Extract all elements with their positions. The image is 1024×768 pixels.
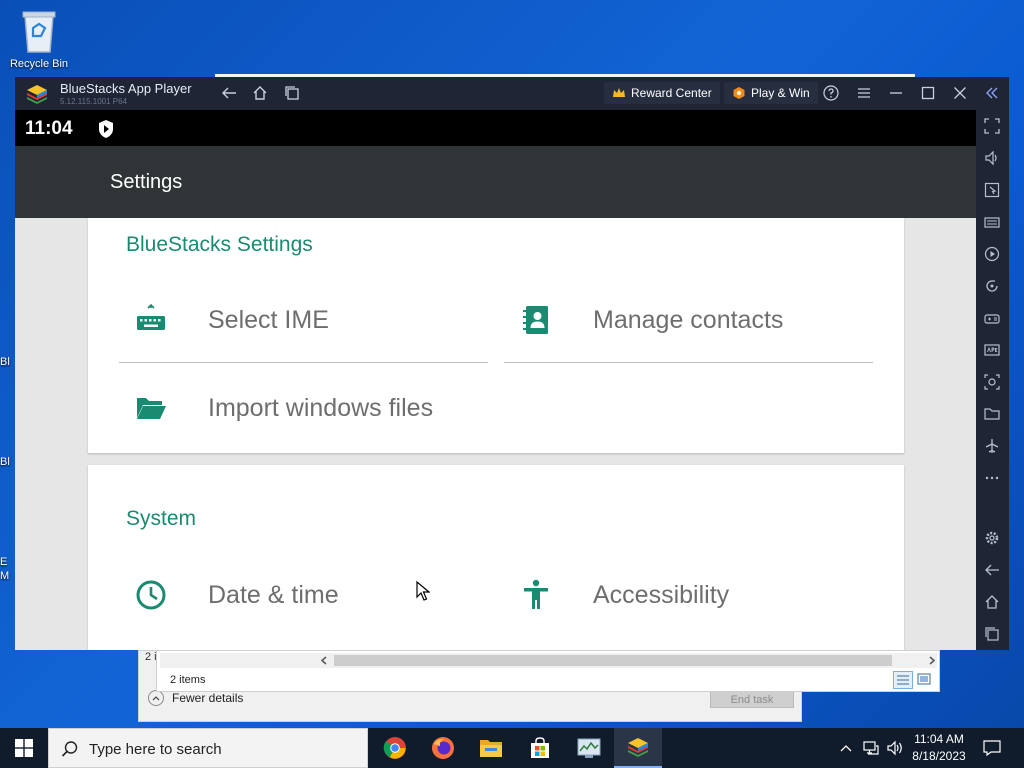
- app-version: 5.12.115.1001 P64: [60, 97, 128, 106]
- firefox-taskbar-icon[interactable]: [419, 728, 467, 768]
- accessibility-icon: [518, 577, 554, 613]
- bluestacks-window: BlueStacks App Player 5.12.115.1001 P64 …: [15, 77, 1009, 650]
- gamepad-icon[interactable]: [983, 309, 1001, 327]
- fullscreen-icon[interactable]: [983, 117, 1001, 135]
- large-icons-view-icon[interactable]: [915, 671, 935, 689]
- end-task-button[interactable]: End task: [710, 690, 794, 708]
- apk-install-icon[interactable]: [983, 341, 1001, 359]
- bluestacks-logo-icon: [25, 83, 49, 105]
- system-clock[interactable]: 11:04 AM 8/18/2023: [904, 731, 974, 765]
- menu-icon[interactable]: [854, 82, 874, 104]
- section-title-system: System: [126, 507, 197, 530]
- desktop-label-3: E: [0, 556, 8, 568]
- show-hidden-icons-chevron-icon[interactable]: [837, 728, 855, 768]
- date-time-item[interactable]: Date & time: [133, 565, 483, 625]
- microsoft-store-taskbar-icon[interactable]: [516, 728, 564, 768]
- taskbar-search-box[interactable]: Type here to search: [48, 728, 368, 768]
- keyboard-icon: [133, 302, 169, 338]
- bluestacks-title-bar[interactable]: BlueStacks App Player 5.12.115.1001 P64 …: [15, 77, 1009, 110]
- hexagon-badge-icon: [733, 87, 745, 99]
- crown-icon: [613, 88, 625, 97]
- select-ime-label: Select IME: [208, 306, 329, 334]
- import-windows-files-item[interactable]: Import windows files: [133, 378, 513, 438]
- settings-content[interactable]: BlueStacks Settings Select IME Manage co…: [15, 218, 976, 650]
- items-count-label: 2 items: [170, 674, 206, 686]
- mouse-cursor-icon: [416, 580, 431, 606]
- close-icon[interactable]: [950, 82, 970, 104]
- screenshot-icon[interactable]: [983, 373, 1001, 391]
- shield-icon: [97, 119, 115, 139]
- android-recents-icon[interactable]: [983, 625, 1001, 643]
- clock-time: 11:04 AM: [914, 732, 964, 746]
- reward-center-label: Reward Center: [631, 86, 712, 100]
- folder-open-icon: [133, 390, 169, 426]
- more-options-icon[interactable]: [983, 469, 1001, 487]
- manage-contacts-item[interactable]: Manage contacts: [518, 290, 878, 350]
- windows-taskbar: Type here to search 11:04 AM 8/18/2023: [0, 728, 1024, 768]
- details-view-icon[interactable]: [893, 671, 913, 689]
- import-windows-files-label: Import windows files: [208, 394, 434, 422]
- select-ime-item[interactable]: Select IME: [133, 290, 483, 350]
- reward-center-button[interactable]: Reward Center: [604, 82, 720, 104]
- speaker-icon[interactable]: [884, 728, 906, 768]
- start-button[interactable]: [0, 728, 48, 768]
- recycle-bin-shortcut[interactable]: Recycle Bin: [4, 6, 74, 70]
- section-title-bluestacks: BlueStacks Settings: [126, 233, 313, 256]
- chrome-taskbar-icon[interactable]: [371, 728, 419, 768]
- recycle-bin-icon: [19, 6, 59, 54]
- android-status-bar: 11:04: [15, 110, 976, 146]
- volume-icon[interactable]: [983, 149, 1001, 167]
- windows-logo-icon: [15, 739, 33, 757]
- recent-apps-icon[interactable]: [282, 82, 302, 104]
- accessibility-item[interactable]: Accessibility: [518, 565, 878, 625]
- play-win-button[interactable]: Play & Win: [724, 82, 818, 104]
- divider: [119, 362, 488, 363]
- status-clock: 11:04: [25, 118, 73, 139]
- clock-date: 8/18/2023: [912, 749, 966, 763]
- gear-icon[interactable]: [983, 529, 1001, 547]
- bluestacks-taskbar-icon[interactable]: [614, 728, 662, 768]
- bluestacks-sidebar: [976, 110, 1009, 650]
- file-explorer-taskbar-icon[interactable]: [467, 728, 515, 768]
- recycle-bin-label: Recycle Bin: [9, 58, 69, 70]
- divider: [504, 362, 873, 363]
- desktop-label-2: Bl: [0, 456, 10, 468]
- fewer-details-link[interactable]: Fewer details: [172, 691, 243, 705]
- android-back-icon[interactable]: [983, 561, 1001, 579]
- search-placeholder: Type here to search: [89, 741, 222, 758]
- collapse-sidebar-icon[interactable]: [982, 82, 1002, 104]
- play-win-label: Play & Win: [751, 86, 810, 100]
- pointer-icon[interactable]: [983, 181, 1001, 199]
- task-manager-taskbar-icon[interactable]: [565, 728, 613, 768]
- app-title: BlueStacks App Player: [60, 81, 192, 96]
- keyboard-controls-icon[interactable]: [983, 213, 1001, 231]
- back-arrow-icon[interactable]: [219, 82, 239, 104]
- android-home-icon[interactable]: [983, 593, 1001, 611]
- airplane-mode-icon[interactable]: [983, 437, 1001, 455]
- settings-header: Settings: [15, 146, 976, 218]
- fewer-details-toggle-icon[interactable]: [148, 690, 164, 706]
- desktop-label-4: M: [0, 570, 10, 582]
- accessibility-label: Accessibility: [593, 581, 730, 609]
- clock-icon: [133, 577, 169, 613]
- notifications-icon[interactable]: [980, 728, 1004, 768]
- help-icon[interactable]: [821, 82, 841, 104]
- rotate-icon[interactable]: [983, 277, 1001, 295]
- system-settings-card: System Date & time Accessibility: [88, 465, 904, 650]
- search-icon: [61, 741, 78, 757]
- page-title: Settings: [110, 171, 183, 193]
- network-icon[interactable]: [860, 728, 882, 768]
- maximize-icon[interactable]: [918, 82, 938, 104]
- home-icon[interactable]: [250, 82, 270, 104]
- manage-contacts-label: Manage contacts: [593, 306, 784, 334]
- contacts-icon: [518, 302, 554, 338]
- horizontal-scrollbar[interactable]: [160, 653, 937, 668]
- desktop-label-1: Bl: [0, 356, 10, 368]
- folder-icon[interactable]: [983, 405, 1001, 423]
- minimize-icon[interactable]: [886, 82, 906, 104]
- bluestacks-settings-card: BlueStacks Settings Select IME Manage co…: [88, 218, 904, 453]
- date-time-label: Date & time: [208, 581, 339, 609]
- macro-icon[interactable]: [983, 245, 1001, 263]
